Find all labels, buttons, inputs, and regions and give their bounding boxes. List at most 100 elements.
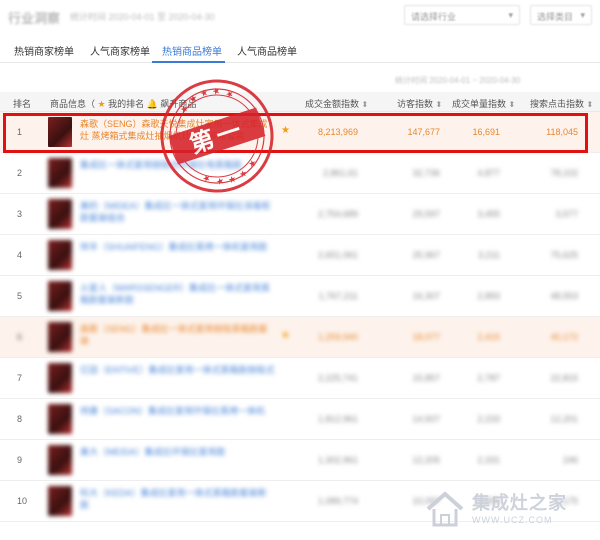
row-conversion: 2,787 [477,373,500,383]
tab-popular-products[interactable]: 人气商品榜单 [237,43,297,58]
header-search[interactable]: 搜索点击指数 ⬍ [530,97,593,110]
row-rank: 6 [17,332,23,342]
watermark: 集成灶之家 WWW.UCZ.COM [420,485,600,535]
watermark-text: 集成灶之家 [472,493,567,513]
row-conversion: 3,211 [478,250,500,260]
sort-icon: ⬍ [435,100,443,109]
product-name-link[interactable]: 科大（KEDA）集成灶家用一体式蒸箱款套装新款 [80,487,275,511]
row-rank: 2 [17,168,23,178]
row-conversion: 2,893 [477,291,500,301]
tab-hot-products[interactable]: 热销商品榜单 [162,43,222,58]
chevron-down-icon: ▾ [580,10,585,20]
row-rank: 9 [17,455,23,465]
row-gmv: 1,089,774 [317,496,358,506]
table-row[interactable]: 4 帅丰（SHUAIFENG）集成灶蒸烤一体机家用款 2,651,061 25,… [0,235,600,276]
row-search: 78,102 [550,168,578,178]
tab-hot-merchants[interactable]: 热销商家榜单 [14,43,74,58]
product-thumbnail[interactable] [48,486,72,516]
header-gmv-label: 成交金额指数 [305,99,360,109]
row-conversion: 2,233 [477,414,500,424]
row-gmv: 2,861,61 [322,168,358,178]
row-gmv: 2,754,689 [317,209,358,219]
stamp-text: 第一 [186,115,248,159]
category-dropdown[interactable]: 选择类目 ▾ [530,5,592,25]
chevron-down-icon: ▾ [508,10,513,20]
sort-icon: ⬍ [361,100,369,109]
product-thumbnail[interactable] [48,240,72,270]
star-icon: ★ [97,99,106,109]
row-rank: 8 [17,414,23,424]
header-gmv[interactable]: 成交金额指数 ⬍ [305,97,368,110]
svg-text:★: ★ [215,175,226,187]
tab-popular-merchants[interactable]: 人气商家榜单 [90,43,150,58]
svg-text:★: ★ [247,157,258,169]
product-name-link[interactable]: 美大（MEIDA）集成灶环保灶家用款 [80,446,275,458]
table-row[interactable]: 8 帅康（SACON）集成灶家用环保灶蒸烤一体机 1,812,961 14,50… [0,399,600,440]
row-search: 22,815 [550,373,578,383]
watermark-url: WWW.UCZ.COM [472,515,553,525]
row-gmv: 1,302,961 [317,455,358,465]
row-rank: 7 [17,373,23,383]
sort-icon: ⬍ [586,100,594,109]
highlight-box [3,113,588,153]
svg-text:★: ★ [188,92,199,104]
product-thumbnail[interactable] [48,363,72,393]
sort-icon: ⬍ [508,100,516,109]
product-thumbnail[interactable] [48,322,72,352]
product-name-link[interactable]: 火星人（MARSSENGER）集成灶一体式家用蒸箱款套装新款 [80,282,275,306]
page-subtitle: 统计时间 2020-04-01 至 2020-04-30 [70,12,215,22]
row-conversion: 2,415 [477,332,500,342]
row-search: 3,577 [555,209,578,219]
header-visitors[interactable]: 访客指数 ⬍ [397,97,442,110]
row-gmv: 2,651,061 [317,250,358,260]
row-gmv: 1,812,961 [317,414,358,424]
active-tab-underline [152,61,225,63]
row-search: 12,201 [550,414,578,424]
row-rank: 10 [17,496,28,506]
product-name-link[interactable]: 帅丰（SHUAIFENG）集成灶蒸烤一体机家用款 [80,241,275,253]
page-title: 行业洞察 [8,11,61,26]
product-name-link[interactable]: 森歌（SENG）集成灶一体式家用侧吸蒸箱款套装 [80,323,275,347]
header-conversion[interactable]: 成交单量指数 ⬍ [452,97,515,110]
row-rank: 4 [17,250,23,260]
category-dropdown-label: 选择类目 [537,12,574,22]
product-thumbnail[interactable] [48,445,72,475]
row-gmv: 2,225,741 [317,373,358,383]
row-rank: 5 [17,291,23,301]
table-row[interactable]: 5 火星人（MARSSENGER）集成灶一体式家用蒸箱款套装新款 1,767,2… [0,276,600,317]
product-name-link[interactable]: 帅康（SACON）集成灶家用环保灶蒸烤一体机 [80,405,275,417]
row-search: 40,172 [550,332,578,342]
header-my-rank[interactable]: 我的排名 [108,99,144,109]
svg-text:★: ★ [179,103,190,115]
row-gmv: 1,259,940 [317,332,358,342]
table-row[interactable]: 6 森歌（SENG）集成灶一体式家用侧吸蒸箱款套装 ★ 1,259,940 18… [0,317,600,358]
svg-text:★: ★ [238,168,249,180]
industry-dropdown[interactable]: 请选择行业 ▾ [404,5,520,25]
row-gmv: 1,767,211 [318,291,358,301]
product-thumbnail[interactable] [48,199,72,229]
header-product-label: 商品信息（ [50,99,96,109]
row-search: 48,553 [550,291,578,301]
product-name-link[interactable]: 美的（MIDEA）集成灶一体式家用环保灶消毒柜款套装组合 [80,200,275,224]
first-place-stamp: ★★ ★ ★ ★ ★ ★ ★ ★★ 第一 [160,79,274,193]
row-conversion: 4,877 [477,168,500,178]
product-thumbnail[interactable] [48,404,72,434]
header-search-label: 搜索点击指数 [530,99,585,109]
table-row[interactable]: 3 美的（MIDEA）集成灶一体式家用环保灶消毒柜款套装组合 2,754,689… [0,194,600,235]
product-thumbnail[interactable] [48,281,72,311]
table-row[interactable]: 2 集成灶一体式家用侧吸式环保灶电蒸箱款 2,861,61 32,736 4,8… [0,153,600,194]
ranking-tabs: 热销商家榜单 人气商家榜单 热销商品榜单 人气商品榜单 [0,37,600,63]
product-name-link[interactable]: 亿田（ENTIVE）集成灶家用一体式蒸箱款侧吸式 [80,364,275,376]
row-rank: 3 [17,209,23,219]
table-row[interactable]: 7 亿田（ENTIVE）集成灶家用一体式蒸箱款侧吸式 2,225,741 15,… [0,358,600,399]
table-row[interactable]: 9 美大（MEIDA）集成灶环保灶家用款 1,302,961 12,205 2,… [0,440,600,481]
row-conversion: 3,455 [477,209,500,219]
product-thumbnail[interactable] [48,158,72,188]
house-logo-icon [426,491,464,527]
header-rank: 排名 [13,99,32,109]
row-search: 75,625 [550,250,578,260]
row-search: 246 [562,455,578,465]
table-header: 排名 商品信息（ ★ 我的排名 🔔 飙升商品 成交金额指数 ⬍ 访客指数 ⬍ 成… [0,92,600,112]
header-visitors-label: 访客指数 [397,99,434,109]
svg-text:★: ★ [199,87,210,99]
